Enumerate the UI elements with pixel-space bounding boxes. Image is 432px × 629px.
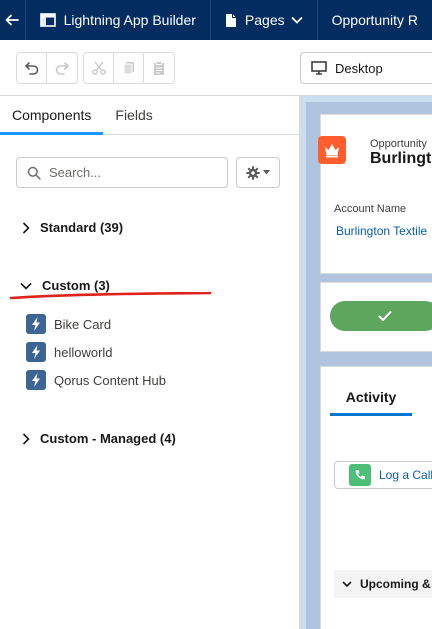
settings-menu-button[interactable]	[236, 157, 280, 188]
page-canvas: Opportunity Burlingto Account Name Burli…	[300, 96, 432, 629]
component-label: Qorus Content Hub	[54, 372, 167, 388]
undo-redo-group	[16, 52, 78, 84]
desktop-icon	[311, 61, 327, 75]
gear-icon	[246, 165, 260, 180]
account-name-link[interactable]: Burlington Textile	[336, 224, 427, 238]
undo-button[interactable]	[17, 53, 47, 83]
component-label: Bike Card	[54, 316, 112, 332]
device-label: Desktop	[335, 60, 383, 76]
section-custom-managed-label: Custom - Managed (4)	[40, 431, 176, 446]
component-label: helloworld	[54, 344, 113, 360]
tab-components[interactable]: Components	[0, 96, 104, 135]
app-builder-icon	[39, 13, 56, 27]
app-builder-label: Lightning App Builder	[63, 12, 196, 28]
section-custom[interactable]: Custom (3)	[20, 278, 110, 293]
tab-fields[interactable]: Fields	[103, 96, 164, 134]
section-standard[interactable]: Standard (39)	[22, 220, 123, 235]
red-underline-annotation	[10, 292, 212, 300]
chevron-down-icon	[342, 580, 352, 588]
paste-button[interactable]	[144, 53, 174, 83]
clipboard-icon	[154, 61, 164, 75]
page-name-label: Opportunity R	[331, 12, 418, 28]
current-page-name: Opportunity R	[318, 0, 432, 40]
back-button[interactable]	[0, 0, 26, 40]
pages-label: Pages	[244, 12, 285, 28]
log-a-call-label: Log a Call	[379, 468, 432, 482]
undo-icon	[24, 62, 38, 75]
clipboard-group	[83, 52, 175, 84]
section-custom-label: Custom (3)	[42, 278, 110, 293]
redo-icon	[55, 62, 69, 75]
redo-button[interactable]	[47, 53, 77, 83]
component-qorus-content-hub[interactable]: Qorus Content Hub	[26, 370, 166, 390]
canvas-background	[306, 102, 432, 629]
arrow-left-icon	[5, 14, 20, 26]
components-panel: Components Fields Standard (39) Custom (…	[0, 96, 300, 629]
section-standard-label: Standard (39)	[40, 220, 124, 235]
crown-icon	[318, 136, 346, 164]
caret-down-icon	[263, 170, 270, 175]
component-bike-card[interactable]: Bike Card	[26, 314, 111, 334]
record-title: Burlingto	[370, 150, 432, 167]
device-selector[interactable]: Desktop	[300, 52, 432, 84]
app-builder-title: Lightning App Builder	[26, 0, 211, 40]
account-name-label: Account Name	[334, 203, 407, 215]
search-input[interactable]	[49, 165, 209, 180]
lightning-bolt-icon	[26, 342, 46, 362]
chevron-right-icon	[22, 432, 30, 445]
lightning-bolt-icon	[26, 314, 46, 334]
checkmark-icon	[378, 311, 392, 321]
record-type-label: Opportunity	[370, 138, 427, 150]
upcoming-section-header[interactable]: Upcoming &	[334, 570, 432, 598]
section-custom-managed[interactable]: Custom - Managed (4)	[22, 431, 176, 446]
mark-stage-complete-button[interactable]	[330, 301, 432, 331]
panel-tabs: Components Fields	[0, 96, 299, 135]
chevron-down-icon	[290, 16, 303, 24]
pages-menu-button[interactable]: Pages	[211, 0, 318, 40]
scissors-icon	[91, 61, 106, 75]
search-box	[16, 157, 228, 188]
top-navigation-bar: Lightning App Builder Pages Opportunity …	[0, 0, 432, 40]
copy-button[interactable]	[114, 53, 144, 83]
component-helloworld[interactable]: helloworld	[26, 342, 113, 362]
upcoming-label: Upcoming &	[360, 577, 431, 591]
cut-button[interactable]	[84, 53, 114, 83]
search-icon	[27, 166, 41, 180]
tab-activity[interactable]: Activity	[330, 381, 412, 416]
lightning-bolt-icon	[26, 370, 46, 390]
log-a-call-button[interactable]: Log a Call	[334, 461, 432, 489]
chevron-down-icon	[20, 282, 32, 290]
chevron-right-icon	[22, 221, 30, 234]
page-icon	[225, 13, 237, 28]
copy-icon	[123, 62, 134, 75]
phone-icon	[349, 464, 371, 486]
